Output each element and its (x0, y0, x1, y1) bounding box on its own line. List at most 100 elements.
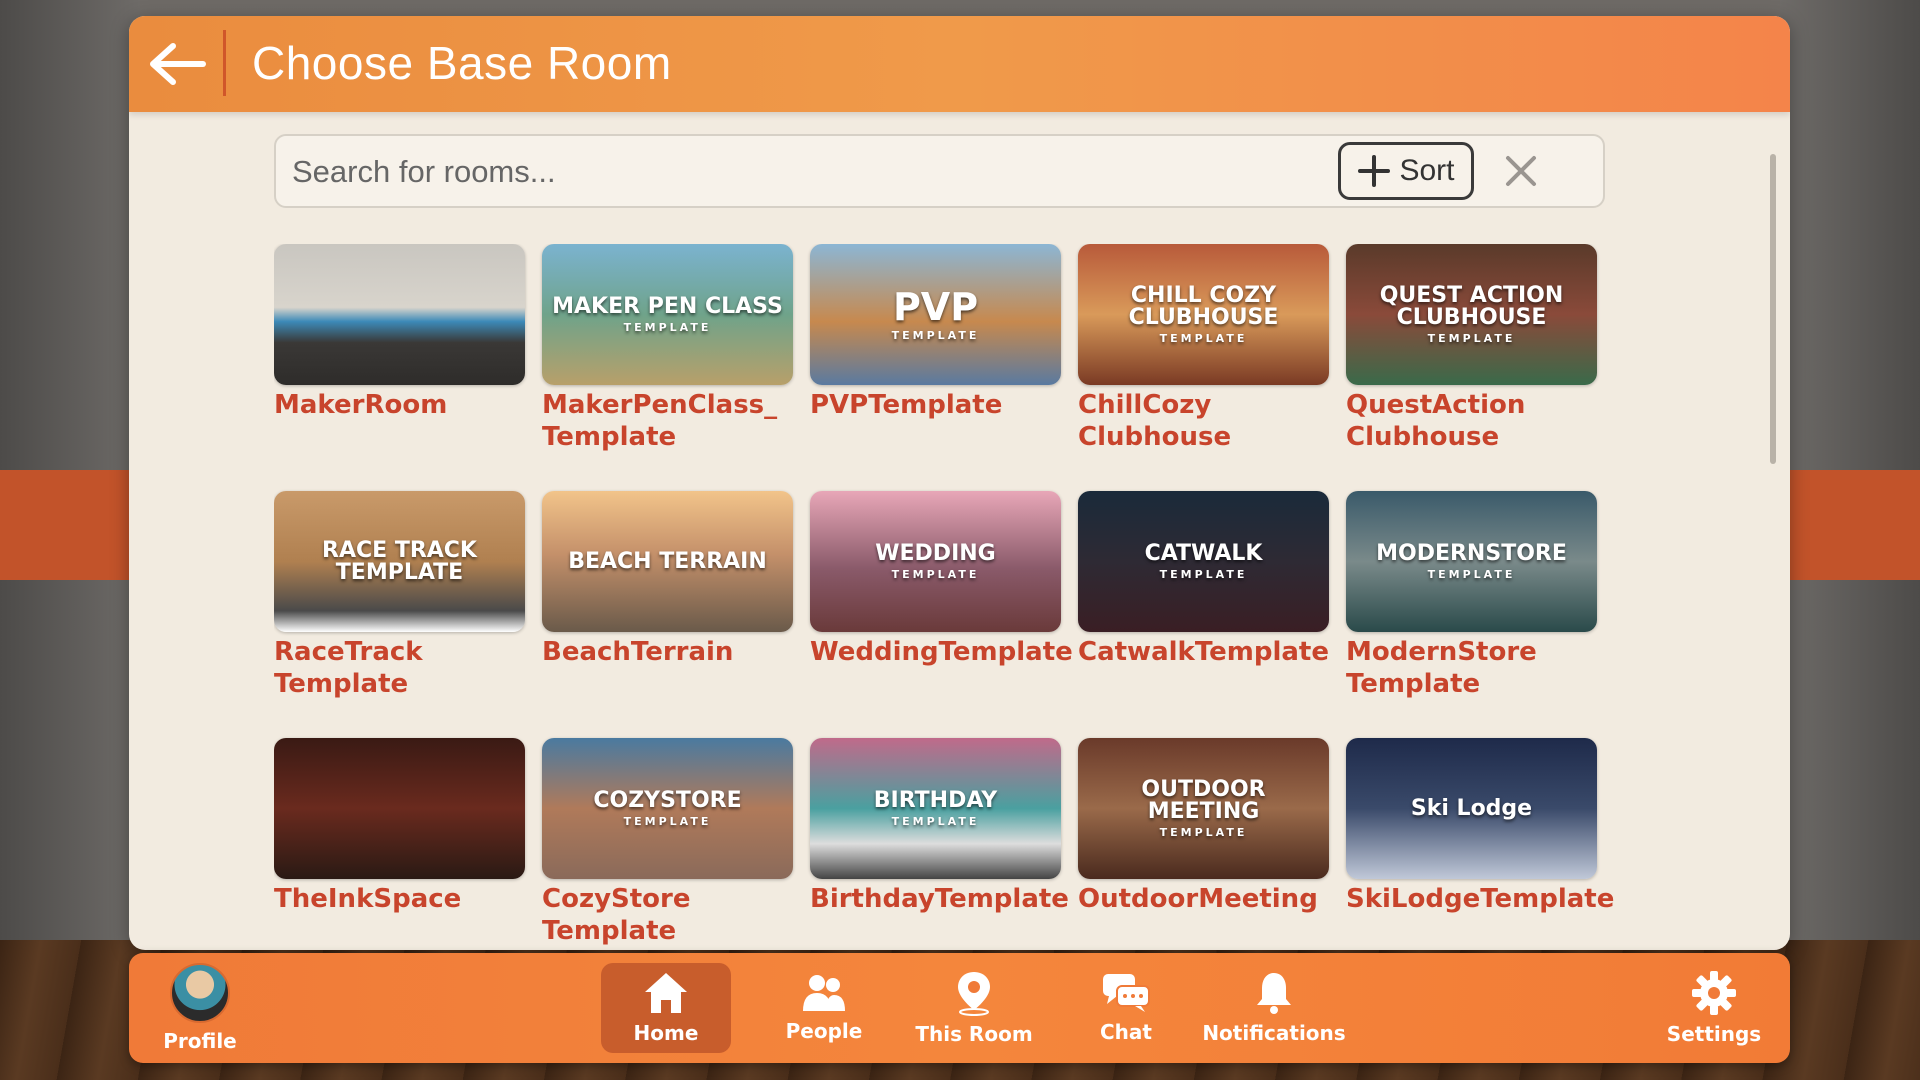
header-bar: Choose Base Room (129, 16, 1790, 112)
room-thumbnail: MAKER PEN CLASS TEMPLATE (542, 244, 793, 385)
room-name: BeachTerrain (542, 637, 734, 667)
room-card[interactable]: BIRTHDAY TEMPLATE BirthdayTemplate (810, 738, 1069, 915)
room-card[interactable]: WEDDING TEMPLATE WeddingTemplate (810, 491, 1073, 668)
clear-search-button[interactable] (1496, 146, 1546, 196)
room-thumbnail-text: BIRTHDAY TEMPLATE (873, 788, 998, 828)
room-card[interactable]: PVP TEMPLATE PVPTemplate (810, 244, 1061, 421)
room-thumbnail-text: MODERNSTORE TEMPLATE (1376, 541, 1567, 581)
nav-settings-label: Settings (1666, 1022, 1762, 1046)
nav-settings[interactable]: Settings (1659, 963, 1769, 1053)
room-thumbnail: CHILL COZY CLUBHOUSE TEMPLATE (1078, 244, 1329, 385)
room-thumbnail: BEACH TERRAIN (542, 491, 793, 632)
room-thumbnail-text: COZYSTORE TEMPLATE (593, 788, 742, 828)
close-icon (1506, 156, 1536, 186)
room-thumbnail: Ski Lodge (1346, 738, 1597, 879)
room-name: ModernStore Template (1346, 637, 1537, 699)
nav-notifications[interactable]: Notifications (1189, 963, 1359, 1053)
room-thumbnail: BIRTHDAY TEMPLATE (810, 738, 1061, 879)
room-thumbnail-title: QUEST ACTION (1379, 283, 1564, 308)
choose-room-panel: Choose Base Room Sort MakerRoom MAKER PEN… (129, 16, 1790, 950)
room-name: OutdoorMeeting (1078, 884, 1318, 914)
room-thumbnail-title: MEETING (1147, 799, 1260, 824)
plus-icon (1358, 155, 1391, 187)
search-bar: Sort (274, 134, 1605, 208)
room-thumbnail-title: TEMPLATE (335, 559, 464, 585)
room-thumbnail-text: WEDDING TEMPLATE (875, 541, 996, 581)
room-name: RaceTrack Template (274, 637, 423, 699)
room-thumbnail: OUTDOOR MEETING TEMPLATE (1078, 738, 1329, 879)
room-name: TheInkSpace (274, 884, 462, 914)
room-name: SkiLodgeTemplate (1346, 884, 1614, 914)
room-thumbnail-text: QUEST ACTION CLUBHOUSE TEMPLATE (1379, 283, 1564, 345)
room-thumbnail: CATWALK TEMPLATE (1078, 491, 1329, 632)
room-card[interactable]: TheInkSpace (274, 738, 525, 915)
room-thumbnail-title: COZYSTORE (593, 788, 742, 813)
room-thumbnail-text: CHILL COZY CLUBHOUSE TEMPLATE (1128, 283, 1279, 345)
room-thumbnail-title: RACE TRACK (322, 537, 477, 563)
room-card[interactable]: CATWALK TEMPLATE CatwalkTemplate (1078, 491, 1329, 668)
nav-chat[interactable]: Chat (1051, 963, 1201, 1053)
nav-home[interactable]: Home (601, 963, 731, 1053)
background-stripe-left (0, 470, 140, 580)
room-card[interactable]: MAKER PEN CLASS TEMPLATE MakerPenClass_ Te… (542, 244, 793, 453)
search-input[interactable] (290, 144, 1374, 200)
room-thumbnail-title: CLUBHOUSE (1396, 305, 1547, 330)
room-card[interactable]: MODERNSTORE TEMPLATE ModernStore Template (1346, 491, 1597, 700)
nav-profile-label: Profile (163, 1029, 237, 1053)
chat-icon (1103, 974, 1150, 1012)
room-name: WeddingTemplate (810, 637, 1073, 667)
room-thumbnail-subtitle: TEMPLATE (1159, 332, 1248, 345)
back-arrow-icon (150, 43, 206, 85)
room-thumbnail-text: CATWALK TEMPLATE (1144, 541, 1263, 581)
room-thumbnail-title: MODERNSTORE (1376, 541, 1567, 566)
nav-home-label: Home (633, 1021, 699, 1045)
nav-notifications-label: Notifications (1202, 1021, 1346, 1045)
room-card[interactable]: COZYSTORE TEMPLATE CozyStore Template (542, 738, 793, 947)
page-title: Choose Base Room (252, 37, 672, 89)
people-icon (803, 975, 845, 1011)
gear-icon (1692, 971, 1736, 1015)
room-thumbnail-subtitle: TEMPLATE (891, 815, 980, 828)
room-thumbnail-title: CATWALK (1144, 541, 1263, 566)
room-thumbnail-title: CLUBHOUSE (1128, 305, 1279, 330)
room-thumbnail: RACE TRACK TEMPLATE (274, 491, 525, 632)
nav-this-room[interactable]: This Room (899, 963, 1049, 1053)
room-thumbnail: MODERNSTORE TEMPLATE (1346, 491, 1597, 632)
room-thumbnail-subtitle: TEMPLATE (623, 815, 712, 828)
room-name: QuestAction Clubhouse (1346, 390, 1526, 452)
bottom-nav: Profile Home People This Room Chat Notif… (129, 953, 1790, 1063)
nav-this-room-label: This Room (915, 1022, 1033, 1046)
room-card[interactable]: OUTDOOR MEETING TEMPLATE OutdoorMeeting (1078, 738, 1329, 915)
nav-profile[interactable]: Profile (145, 963, 255, 1053)
room-thumbnail: PVP TEMPLATE (810, 244, 1061, 385)
nav-chat-label: Chat (1100, 1020, 1152, 1044)
room-card[interactable]: QUEST ACTION CLUBHOUSE TEMPLATE QuestAction… (1346, 244, 1597, 453)
room-thumbnail-title: CHILL COZY (1130, 283, 1277, 308)
room-thumbnail (274, 244, 525, 385)
room-thumbnail-text: PVP TEMPLATE (892, 288, 980, 341)
home-icon (645, 973, 687, 1013)
scrollbar[interactable] (1770, 154, 1776, 464)
room-thumbnail: WEDDING TEMPLATE (810, 491, 1061, 632)
room-thumbnail-text: RACE TRACK TEMPLATE (322, 537, 477, 585)
back-button[interactable] (143, 34, 211, 94)
room-thumbnail-title: OUTDOOR (1141, 777, 1266, 802)
nav-people[interactable]: People (749, 963, 899, 1053)
room-name: MakerRoom (274, 390, 448, 420)
header-divider (223, 30, 226, 96)
room-thumbnail: COZYSTORE TEMPLATE (542, 738, 793, 879)
sort-label: Sort (1399, 154, 1455, 187)
room-card[interactable]: MakerRoom (274, 244, 525, 421)
room-card[interactable]: BEACH TERRAIN BeachTerrain (542, 491, 793, 668)
room-card[interactable]: RACE TRACK TEMPLATE RaceTrack Template (274, 491, 525, 700)
room-thumbnail-title: BIRTHDAY (873, 788, 998, 813)
room-thumbnail-text: BEACH TERRAIN (568, 550, 767, 573)
room-thumbnail-title: WEDDING (875, 541, 996, 566)
sort-button[interactable]: Sort (1338, 142, 1474, 200)
room-name: ChillCozy Clubhouse (1078, 390, 1232, 452)
avatar (170, 963, 230, 1023)
room-thumbnail (274, 738, 525, 879)
room-card[interactable]: CHILL COZY CLUBHOUSE TEMPLATE ChillCozy Clu… (1078, 244, 1329, 453)
room-name: BirthdayTemplate (810, 884, 1069, 914)
room-card[interactable]: Ski Lodge SkiLodgeTemplate (1346, 738, 1614, 915)
